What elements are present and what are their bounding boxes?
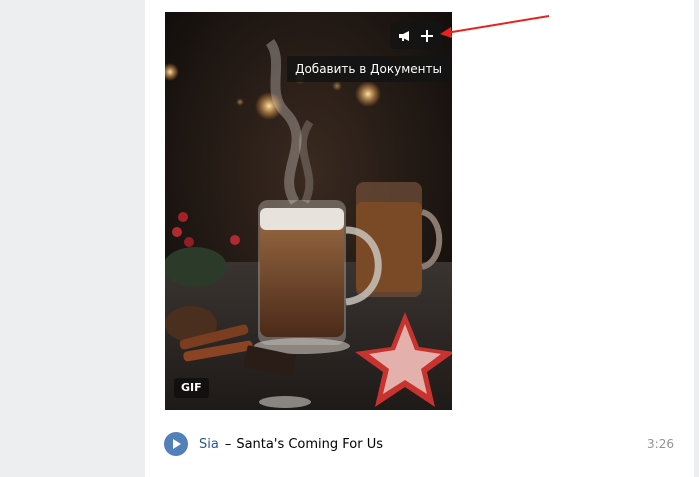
audio-title: Santa's Coming For Us bbox=[236, 436, 384, 452]
post-card: Добавить в Документы GIF Sia – Santa's C… bbox=[145, 0, 694, 477]
audio-separator: – bbox=[224, 436, 232, 452]
megaphone-icon[interactable] bbox=[394, 22, 416, 49]
plus-icon[interactable] bbox=[416, 22, 438, 49]
gif-actions-bar bbox=[390, 22, 442, 49]
play-button[interactable] bbox=[164, 432, 188, 456]
play-icon bbox=[173, 439, 181, 449]
audio-duration: 3:26 bbox=[647, 437, 674, 451]
audio-row[interactable]: Sia – Santa's Coming For Us 3:26 bbox=[164, 430, 674, 458]
audio-artist-link[interactable]: Sia bbox=[199, 437, 219, 452]
gif-badge: GIF bbox=[174, 378, 209, 398]
gif-attachment[interactable]: Добавить в Документы GIF bbox=[165, 12, 452, 410]
add-to-documents-tooltip: Добавить в Документы bbox=[287, 56, 450, 82]
